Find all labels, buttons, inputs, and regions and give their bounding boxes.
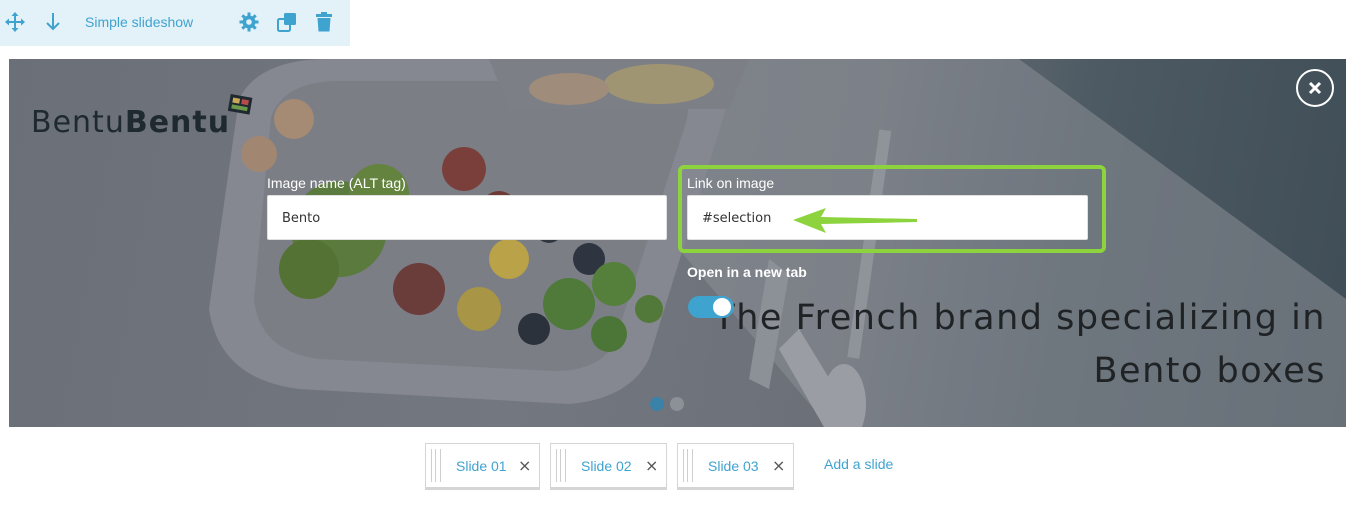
logo-text-light: Bentu bbox=[31, 105, 125, 140]
slide-tab-3[interactable]: Slide 03 × bbox=[677, 443, 794, 490]
arrow-left-icon bbox=[793, 208, 917, 233]
arrow-down-icon[interactable] bbox=[42, 11, 64, 33]
new-tab-label: Open in a new tab bbox=[687, 264, 807, 280]
slide-dot-2[interactable] bbox=[670, 397, 684, 411]
block-title: Simple slideshow bbox=[85, 14, 194, 30]
gear-icon[interactable] bbox=[238, 11, 260, 33]
slide-tab-label: Slide 02 bbox=[581, 458, 632, 474]
close-icon bbox=[1308, 81, 1322, 95]
remove-slide-icon[interactable]: × bbox=[518, 456, 531, 475]
block-toolbar: Simple slideshow bbox=[0, 0, 350, 46]
add-slide-link[interactable]: Add a slide bbox=[824, 456, 893, 472]
slide-tab-2[interactable]: Slide 02 × bbox=[550, 443, 667, 490]
alt-tag-input[interactable]: Bento bbox=[267, 195, 667, 240]
move-icon[interactable] bbox=[4, 11, 26, 33]
drag-handle-icon[interactable] bbox=[431, 449, 441, 482]
alt-tag-label: Image name (ALT tag) bbox=[267, 175, 406, 191]
headline-line-2: Bento boxes bbox=[1093, 351, 1326, 391]
headline-line-1: The French brand specializing in bbox=[713, 298, 1326, 338]
slide-headline: The French brand specializing in Bento b… bbox=[666, 292, 1326, 398]
logo-text-bold: Bentu bbox=[124, 105, 231, 140]
trash-icon[interactable] bbox=[313, 11, 335, 33]
brand-logo: BentuBentu bbox=[31, 105, 230, 140]
close-button[interactable] bbox=[1296, 69, 1334, 107]
drag-handle-icon[interactable] bbox=[683, 449, 693, 482]
slide-tab-label: Slide 03 bbox=[708, 458, 759, 474]
slideshow-slide: BentuBentu Image name (ALT tag) Bento Li… bbox=[9, 59, 1346, 427]
slide-tab-label: Slide 01 bbox=[456, 458, 507, 474]
new-tab-toggle[interactable] bbox=[688, 296, 734, 318]
bento-box-icon bbox=[228, 94, 253, 115]
remove-slide-icon[interactable]: × bbox=[645, 456, 658, 475]
remove-slide-icon[interactable]: × bbox=[772, 456, 785, 475]
drag-handle-icon[interactable] bbox=[556, 449, 566, 482]
duplicate-icon[interactable] bbox=[276, 11, 298, 33]
link-label: Link on image bbox=[687, 175, 775, 191]
slide-dot-1[interactable] bbox=[650, 397, 664, 411]
slide-tab-1[interactable]: Slide 01 × bbox=[425, 443, 540, 490]
